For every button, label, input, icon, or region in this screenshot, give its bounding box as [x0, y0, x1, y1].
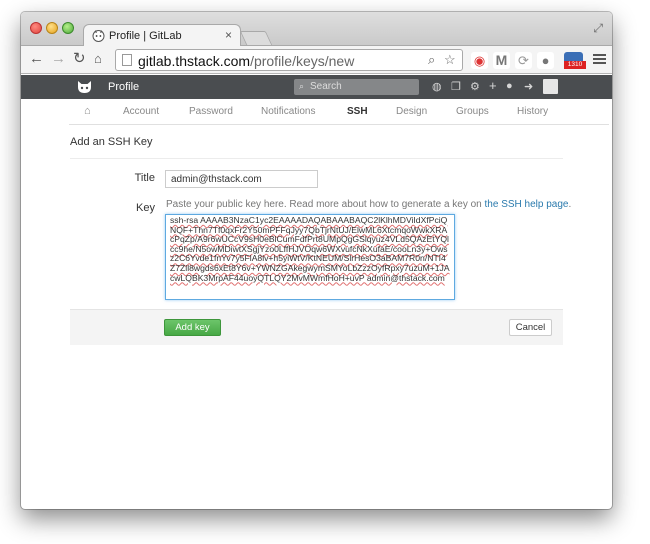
tab-account[interactable]: Account — [123, 106, 159, 117]
sync-extension-icon[interactable]: ⟳ — [515, 52, 532, 69]
bookmark-star-icon[interactable]: ☆ — [444, 52, 456, 68]
tab-notifications[interactable]: Notifications — [261, 106, 315, 117]
browser-tab-profile[interactable]: Profile | GitLab × — [83, 24, 241, 47]
home-icon[interactable]: ⌂ — [84, 105, 91, 117]
url-text: gitlab.thstack.com/profile/keys/new — [138, 53, 355, 69]
zoom-search-icon[interactable]: ⌕ — [428, 52, 435, 68]
tab-strip: Profile | GitLab × ⤢ — [21, 12, 612, 47]
divider — [70, 158, 563, 159]
search-input[interactable]: ⌕ Search — [294, 79, 419, 95]
cancel-button[interactable]: Cancel — [509, 319, 552, 336]
calendar-extension-icon[interactable]: 1310 — [564, 52, 586, 69]
gitlab-header: Profile ⌕ Search ◍ ❐ ⚙ + ● ➜ — [21, 75, 612, 99]
ssh-help-link[interactable]: the SSH help page — [485, 199, 569, 210]
reload-icon[interactable]: ↻ — [73, 51, 86, 67]
page-title: Add an SSH Key — [70, 136, 153, 148]
new-tab-button[interactable] — [239, 31, 273, 45]
page-icon — [122, 54, 132, 66]
gitlab-favicon-icon — [92, 30, 105, 42]
header-title: Profile — [108, 81, 140, 93]
gitlab-logo-icon[interactable] — [77, 80, 92, 94]
copy-icon[interactable]: ❐ — [451, 80, 461, 93]
plus-icon[interactable]: + — [489, 78, 497, 93]
tab-history[interactable]: History — [517, 106, 548, 117]
tab-design[interactable]: Design — [396, 106, 427, 117]
chrome-menu-icon[interactable] — [593, 54, 606, 65]
zoom-window-button[interactable] — [62, 22, 74, 34]
gmail-extension-icon[interactable]: M — [493, 52, 510, 69]
add-key-button[interactable]: Add key — [164, 319, 221, 336]
search-placeholder: Search — [310, 81, 342, 92]
tab-close-icon[interactable]: × — [225, 28, 232, 42]
key-label: Key — [136, 202, 155, 214]
minimize-window-button[interactable] — [46, 22, 58, 34]
extension-badge: 1310 — [564, 61, 586, 69]
logout-icon[interactable]: ➜ — [524, 80, 533, 93]
address-bar[interactable]: gitlab.thstack.com/profile/keys/new ⌕ ☆ — [115, 49, 463, 71]
forward-arrow-icon[interactable]: → — [51, 51, 66, 67]
gear-icon[interactable]: ⚙ — [470, 80, 480, 93]
avatar[interactable] — [543, 79, 558, 94]
search-icon: ⌕ — [299, 81, 305, 91]
fullscreen-icon[interactable]: ⤢ — [593, 21, 603, 36]
profile-subnav: ⌂ Account Password Notifications SSH Des… — [69, 99, 609, 125]
tab-title: Profile | GitLab — [109, 30, 182, 42]
chat-extension-icon[interactable]: ● — [537, 52, 554, 69]
key-textarea[interactable]: ssh-rsa AAAAB3NzaC1yc2EAAAADAQABAAABAQC2… — [165, 214, 455, 300]
tab-groups[interactable]: Groups — [456, 106, 489, 117]
key-help-text: Paste your public key here. Read more ab… — [166, 199, 572, 210]
user-icon[interactable]: ● — [506, 80, 513, 92]
browser-toolbar: ← → ↻ ⌂ gitlab.thstack.com/profile/keys/… — [21, 46, 612, 74]
browser-window: Profile | GitLab × ⤢ ← → ↻ ⌂ gitlab.thst… — [21, 12, 612, 509]
title-input[interactable] — [165, 170, 318, 188]
form-actions: Add key Cancel — [70, 309, 563, 345]
home-icon[interactable]: ⌂ — [94, 51, 102, 67]
close-window-button[interactable] — [30, 22, 42, 34]
globe-icon[interactable]: ◍ — [432, 80, 442, 93]
back-arrow-icon[interactable]: ← — [29, 51, 44, 67]
weibo-extension-icon[interactable]: ◉ — [471, 52, 488, 69]
tab-ssh[interactable]: SSH — [347, 106, 368, 117]
title-label: Title — [134, 172, 155, 184]
tab-password[interactable]: Password — [189, 106, 233, 117]
